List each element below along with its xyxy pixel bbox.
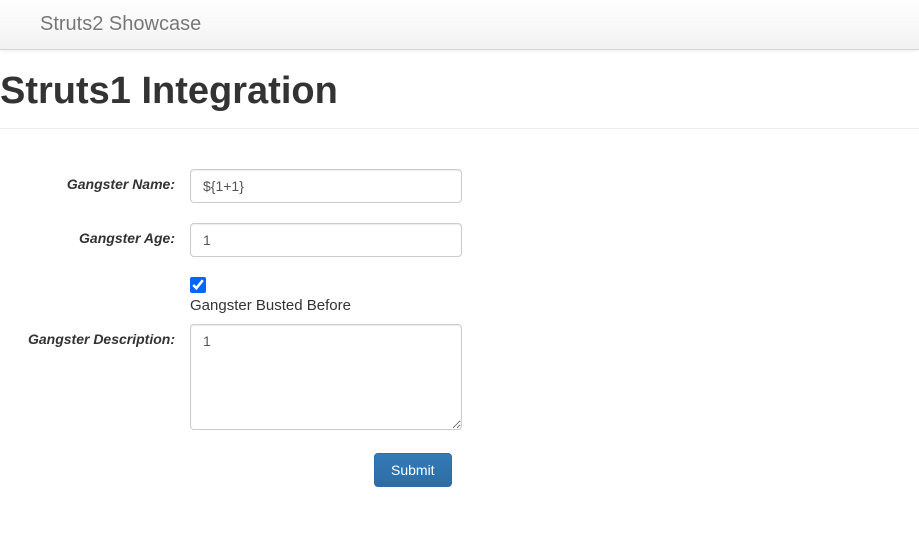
navbar-brand[interactable]: Struts2 Showcase [20,13,201,36]
submit-button[interactable]: Submit [374,453,452,487]
row-submit: Submit [0,453,919,487]
label-gangster-name: Gangster Name: [0,169,190,192]
checkbox-gangster-busted[interactable] [190,277,206,293]
page-title: Struts1 Integration [0,70,919,113]
label-gangster-description: Gangster Description: [0,324,190,347]
label-gangster-busted: Gangster Busted Before [190,297,351,314]
navbar: Struts2 Showcase [0,0,919,50]
row-gangster-description: Gangster Description: 1 [0,324,919,433]
row-gangster-age: Gangster Age: [0,223,919,257]
input-gangster-name[interactable] [190,169,462,203]
row-gangster-busted: Gangster Busted Before [0,277,919,314]
row-gangster-name: Gangster Name: [0,169,919,203]
label-gangster-age: Gangster Age: [0,223,190,246]
form-container: Gangster Name: Gangster Age: Gangster Bu… [0,149,919,507]
textarea-gangster-description[interactable]: 1 [190,324,462,430]
divider [0,128,919,129]
input-gangster-age[interactable] [190,223,462,257]
